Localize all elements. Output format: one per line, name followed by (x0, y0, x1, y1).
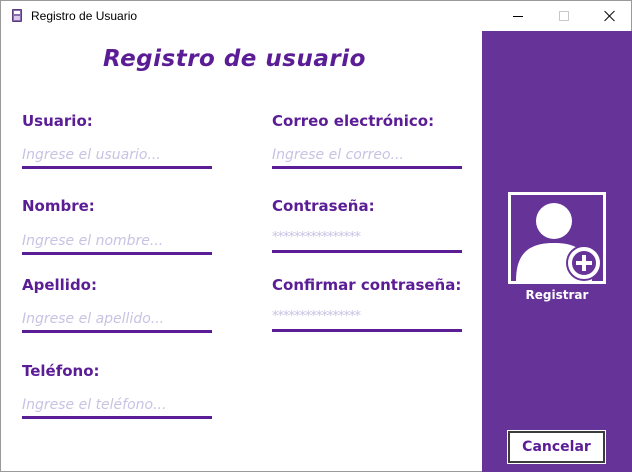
register-label: Registrar (525, 288, 589, 302)
close-icon (604, 10, 616, 22)
usuario-label: Usuario: (22, 112, 93, 130)
cancel-button[interactable]: Cancelar (507, 430, 606, 464)
maximize-button (541, 1, 587, 31)
registration-window: Registro de Usuario Registro de usuario … (0, 0, 632, 472)
nombre-label: Nombre: (22, 197, 95, 215)
minimize-icon (513, 15, 523, 17)
app-icon (12, 9, 22, 22)
correo-input[interactable] (272, 143, 462, 169)
telefono-label: Teléfono: (22, 362, 100, 380)
title-bar[interactable]: Registro de Usuario (1, 1, 631, 31)
usuario-input[interactable] (22, 143, 212, 169)
close-button[interactable] (587, 1, 632, 31)
nombre-input[interactable] (22, 229, 212, 255)
window-title: Registro de Usuario (31, 9, 138, 23)
contrasena-input[interactable]: **************** (272, 227, 462, 253)
correo-label: Correo electrónico: (272, 112, 435, 130)
apellido-label: Apellido: (22, 276, 97, 294)
add-user-icon (516, 203, 602, 281)
register-button[interactable] (508, 192, 606, 284)
apellido-input[interactable] (22, 307, 212, 333)
minimize-button[interactable] (495, 1, 541, 31)
contrasena-label: Contraseña: (272, 197, 375, 215)
confirmar-label: Confirmar contraseña: (272, 276, 462, 294)
side-panel: Registrar Cancelar (482, 31, 632, 472)
confirmar-input[interactable]: **************** (272, 306, 462, 332)
telefono-input[interactable] (22, 393, 212, 419)
form-title: Registro de usuario (103, 46, 366, 72)
maximize-icon (559, 11, 569, 21)
